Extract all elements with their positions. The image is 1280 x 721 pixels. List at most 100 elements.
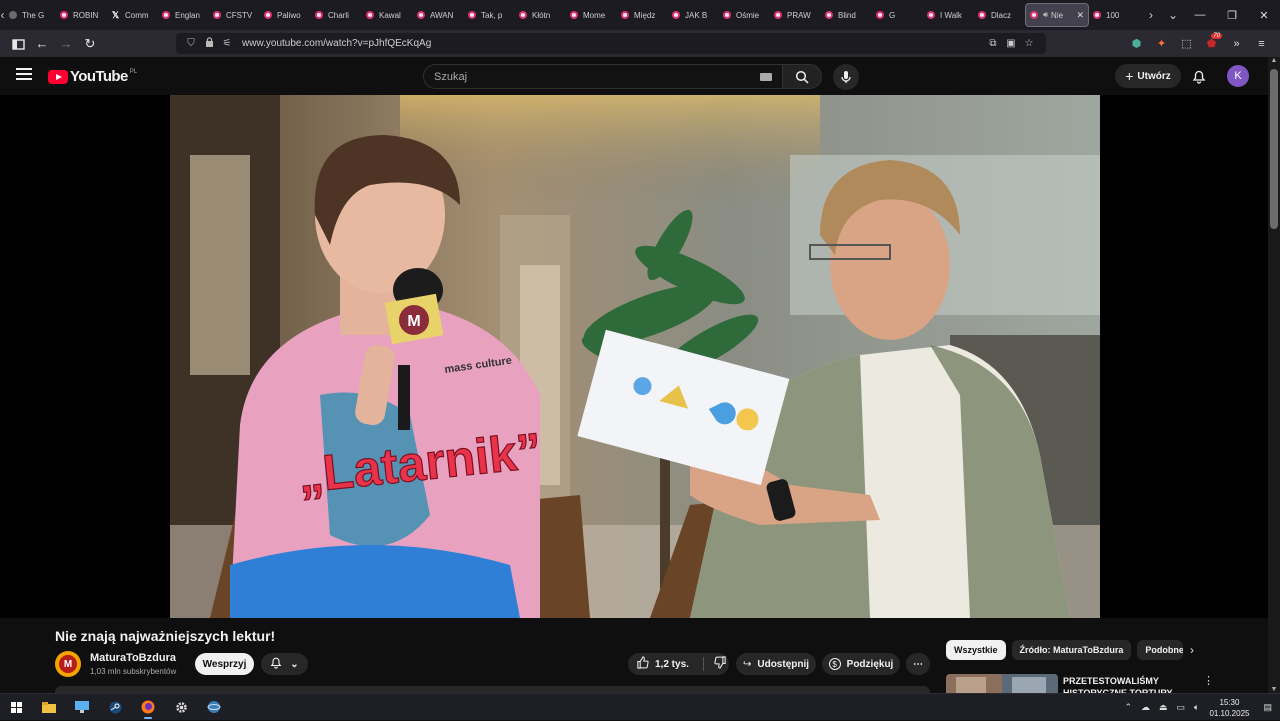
filter-chip[interactable]: Źródło: MaturaToBzdura [1011,640,1132,660]
thumbs-up-icon[interactable] [636,656,649,672]
thanks-button[interactable]: $ Podziękuj [822,653,900,675]
scroll-up-icon[interactable]: ▲ [1270,57,1278,64]
video-frame[interactable]: M mass culture „Latarnik” [170,95,1100,618]
scrollbar-thumb[interactable] [1270,69,1278,229]
bookmark-star-icon[interactable]: ☆ [1020,38,1038,49]
browser-tab[interactable]: PRAW [770,3,821,27]
browser-tab[interactable]: Ośmie [719,3,770,27]
browser-tab[interactable]: Dlacz [974,3,1025,27]
url-text[interactable]: www.youtube.com/watch?v=pJhfQEcKqAg [242,38,984,49]
browser-tab[interactable]: ROBIN [56,3,107,27]
thumbs-down-icon[interactable] [714,656,727,672]
description-box[interactable] [55,686,930,693]
like-count[interactable]: 1,2 tys. [655,659,689,670]
account-avatar[interactable]: K [1227,65,1249,87]
speaker-playing-icon[interactable]: 🔊︎ [1043,10,1048,20]
lock-icon[interactable] [202,37,216,50]
video-player[interactable]: M mass culture „Latarnik” [0,95,1268,618]
hamburger-menu-icon[interactable] [16,68,32,82]
browser-tab[interactable]: The G [5,3,56,27]
monitor-app-icon[interactable] [72,698,92,716]
browser-tab[interactable]: Paliwo [260,3,311,27]
chevron-down-icon: ⌄ [290,658,299,670]
support-button[interactable]: Wesprzyj [195,653,254,675]
url-bar[interactable]: ⛉ ⚟ www.youtube.com/watch?v=pJhfQEcKqAg … [176,33,1046,54]
taskbar-clock[interactable]: 15:30 01.10.2025 [1209,697,1249,719]
shield-extension-icon[interactable]: ⬢ [1124,37,1149,50]
notification-settings-button[interactable]: ⌄ [261,653,308,675]
firefox-icon[interactable] [138,698,158,719]
notification-center-icon[interactable]: ▤ [1263,702,1272,713]
restore-icon[interactable]: ❐ [1216,9,1248,22]
page-scrollbar[interactable]: ▲ ▼ [1268,57,1280,693]
file-explorer-icon[interactable] [39,698,59,716]
globe-app-icon[interactable] [204,698,224,716]
youtube-favicon-icon [264,11,272,19]
reader-view-icon[interactable]: ▣ [1002,38,1020,49]
search-input[interactable]: Szukaj [423,64,783,89]
notifications-bell-icon[interactable] [1189,66,1209,86]
recommendation-thumbnail[interactable] [946,674,1058,693]
start-windows-icon[interactable] [6,698,26,716]
ublock-extension-icon[interactable]: ⬟ 70 [1199,33,1224,50]
permissions-icon[interactable]: ⚟ [220,38,234,49]
browser-tab[interactable]: JAK B [668,3,719,27]
forward-icon[interactable]: → [54,33,78,55]
tabs-scroll-right-icon[interactable]: › [1140,8,1162,22]
close-window-icon[interactable]: ✕ [1248,9,1280,22]
like-dislike-group: 1,2 tys. [628,653,729,675]
browser-tab[interactable]: 100 [1089,3,1140,27]
display-icon[interactable]: ▭ [1177,702,1186,713]
browser-tab[interactable]: Tak, p [464,3,515,27]
onedrive-cloud-icon[interactable]: ☁ [1141,702,1150,713]
clock-date: 01.10.2025 [1209,708,1250,718]
browser-tab[interactable]: CFSTV [209,3,260,27]
shield-icon[interactable]: ⛉ [184,38,198,49]
filter-chip[interactable]: Podobne [1137,640,1184,660]
search-button[interactable] [782,64,822,89]
browser-tab[interactable]: 𝕏 Comm [107,3,158,27]
filter-chip[interactable]: Wszystkie [946,640,1006,660]
tab-list-dropdown-icon[interactable]: ⌄ [1162,8,1184,22]
create-button[interactable]: + Utwórz [1115,64,1181,88]
browser-tab[interactable]: Kawal [362,3,413,27]
back-icon[interactable]: ← [30,33,54,55]
channel-name[interactable]: MaturaToBzdura [90,652,176,664]
usb-device-icon[interactable]: ⏏ [1159,702,1168,713]
browser-tab[interactable]: Kłótn [515,3,566,27]
chips-next-icon[interactable]: › [1190,643,1194,657]
keyboard-icon[interactable] [760,72,772,81]
browser-tab[interactable]: AWAN [413,3,464,27]
voice-search-button[interactable] [833,64,859,90]
youtube-logo[interactable]: YouTube PL [48,68,137,85]
scroll-down-icon[interactable]: ▼ [1270,686,1278,693]
youtube-favicon-icon [1030,11,1038,19]
volume-icon[interactable]: 🔈︎ [1194,702,1199,713]
browser-tab[interactable]: Englan [158,3,209,27]
overflow-chevron-icon[interactable]: » [1224,38,1249,50]
reload-icon[interactable]: ↻ [78,33,102,55]
channel-avatar[interactable]: M [55,651,81,677]
browser-tab[interactable]: I Walk [923,3,974,27]
browser-tab[interactable]: Mome [566,3,617,27]
close-tab-icon[interactable]: ✕ [1076,10,1084,21]
picture-in-picture-icon[interactable]: ⧉ [984,38,1002,49]
sidebar-toggle-icon[interactable] [6,33,30,55]
browser-tab[interactable]: Międz [617,3,668,27]
app-menu-icon[interactable]: ≡ [1249,38,1274,50]
browser-tab[interactable]: Blind [821,3,872,27]
recommendation-menu-icon[interactable]: ⋮ [1203,674,1214,687]
fox-extension-icon[interactable]: ✦ [1149,37,1174,50]
browser-tab-active[interactable]: 🔊︎ Nie ✕ [1025,3,1089,27]
browser-tab[interactable]: G [872,3,923,27]
tray-chevron-up-icon[interactable]: ⌃ [1124,702,1132,713]
share-button[interactable]: ↪ Udostępnij [736,653,816,675]
steam-icon[interactable] [105,698,125,716]
extensions-puzzle-icon[interactable]: ⬚ [1174,37,1199,50]
settings-gear-icon[interactable] [171,698,191,716]
browser-tab[interactable]: Charli [311,3,362,27]
recommendation-title[interactable]: PRZETESTOWALIŚMY HISTORYCZNE TORTURY [1063,675,1193,693]
tab-label: The G [22,10,45,20]
more-actions-button[interactable]: ⋯ [906,653,930,675]
minimize-icon[interactable]: — [1184,9,1216,21]
